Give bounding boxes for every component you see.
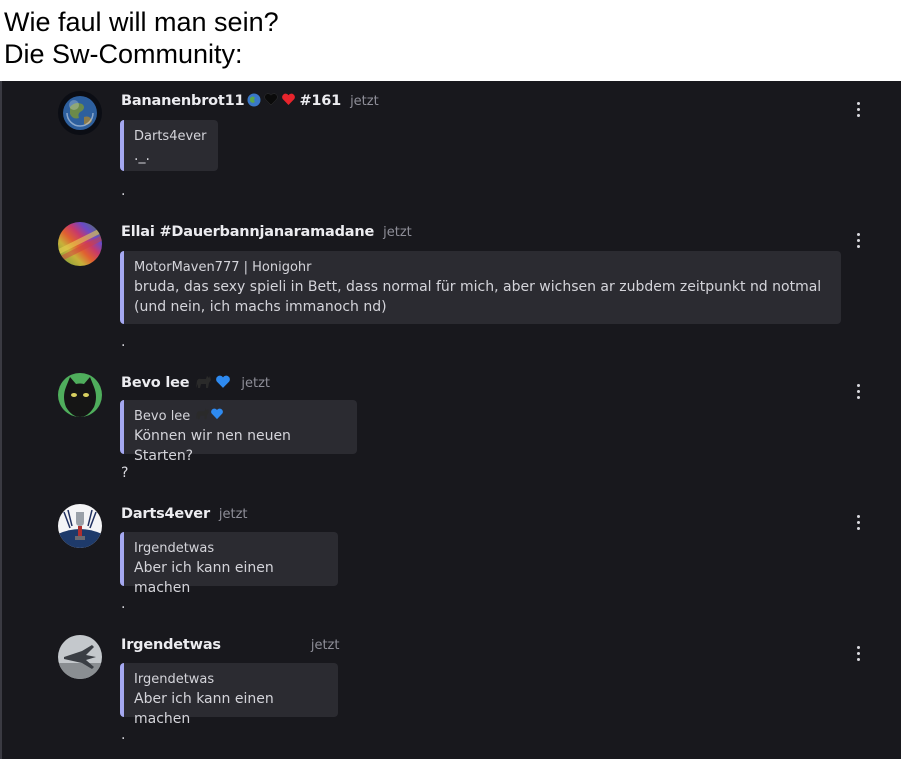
more-options-icon[interactable] — [850, 230, 866, 250]
timestamp: jetzt — [383, 224, 412, 240]
avatar[interactable] — [58, 635, 102, 679]
author-name[interactable]: Bananenbrot11 — [121, 93, 245, 109]
avatar[interactable] — [58, 504, 102, 548]
message-text: ? — [121, 465, 129, 481]
quote-author: Irgendetwas — [134, 541, 215, 556]
blue-heart-icon — [210, 408, 224, 424]
message-header: Bananenbrot11 #161 jetzt — [121, 91, 379, 111]
caption-line-1: Wie faul will man sein? — [4, 7, 279, 37]
black-heart-icon — [264, 93, 278, 109]
timestamp: jetzt — [218, 506, 248, 522]
quoted-message[interactable]: Darts4ever ._. — [120, 120, 218, 171]
author-name[interactable]: Bevo lee — [121, 375, 190, 391]
rainbow-avatar-icon — [58, 222, 102, 266]
message-header: Darts4ever jetzt — [121, 504, 248, 524]
quote-text: Können wir nen neuen Starten? — [134, 428, 291, 464]
globe-icon — [247, 93, 261, 110]
quote-text: bruda, das sexy spieli in Bett, dass nor… — [134, 279, 822, 315]
black-cat-icon — [194, 375, 212, 392]
jet-avatar-icon — [58, 635, 102, 679]
quote-author-row: Bevo lee — [134, 408, 345, 426]
red-heart-icon — [281, 93, 296, 109]
quote-text: Aber ich kann einen machen — [134, 560, 274, 596]
avatar[interactable] — [58, 222, 102, 266]
quoted-message[interactable]: Irgendetwas Aber ich kann einen machen — [120, 663, 338, 727]
quote-author: Irgendetwas — [134, 672, 215, 687]
quote-author: Bevo lee — [134, 409, 191, 424]
quoted-message[interactable]: Irgendetwas Aber ich kann einen machen — [120, 532, 338, 596]
meme-caption: Wie faul will man sein? Die Sw-Community… — [4, 6, 279, 70]
message-header: Ellai #Dauerbannjanaramadane jetzt — [121, 222, 412, 242]
message-header: Irgendetwas jetzt — [121, 635, 339, 655]
author-name[interactable]: Irgendetwas — [121, 637, 221, 653]
author-name[interactable]: Ellai #Dauerbannjanaramadane — [121, 224, 374, 240]
message-text: . — [121, 183, 126, 199]
timestamp: jetzt — [310, 637, 340, 653]
black-cat-avatar-icon — [58, 373, 102, 417]
quote-text: Aber ich kann einen machen — [134, 691, 274, 727]
chat-panel: Bananenbrot11 #161 jetzt Darts4ever ._. … — [0, 81, 901, 759]
darts-trophy-avatar-icon — [58, 504, 102, 548]
more-options-icon[interactable] — [850, 643, 866, 663]
quote-author: Darts4ever — [134, 129, 207, 144]
avatar[interactable] — [58, 373, 102, 417]
quote-text: ._. — [134, 148, 150, 164]
more-options-icon[interactable] — [850, 512, 866, 532]
quoted-message[interactable]: MotorMaven777 | Honigohr bruda, das sexy… — [120, 251, 841, 324]
author-suffix: #161 — [299, 93, 342, 109]
message-text: . — [121, 334, 126, 350]
quote-author: MotorMaven777 | Honigohr — [134, 260, 312, 275]
avatar[interactable] — [58, 91, 102, 135]
blue-heart-icon — [215, 375, 231, 392]
earth-avatar-icon — [58, 91, 102, 135]
message-text: . — [121, 727, 126, 743]
timestamp: jetzt — [350, 93, 379, 109]
timestamp: jetzt — [241, 375, 271, 391]
black-cat-icon — [194, 408, 210, 424]
message-header: Bevo lee jetzt — [121, 373, 270, 393]
more-options-icon[interactable] — [850, 381, 866, 401]
author-name[interactable]: Darts4ever — [121, 506, 210, 522]
message-text: . — [121, 596, 126, 612]
more-options-icon[interactable] — [850, 99, 866, 119]
caption-line-2: Die Sw-Community: — [4, 39, 243, 69]
quoted-message[interactable]: Bevo lee Können wir nen neuen Starten? — [120, 400, 357, 464]
